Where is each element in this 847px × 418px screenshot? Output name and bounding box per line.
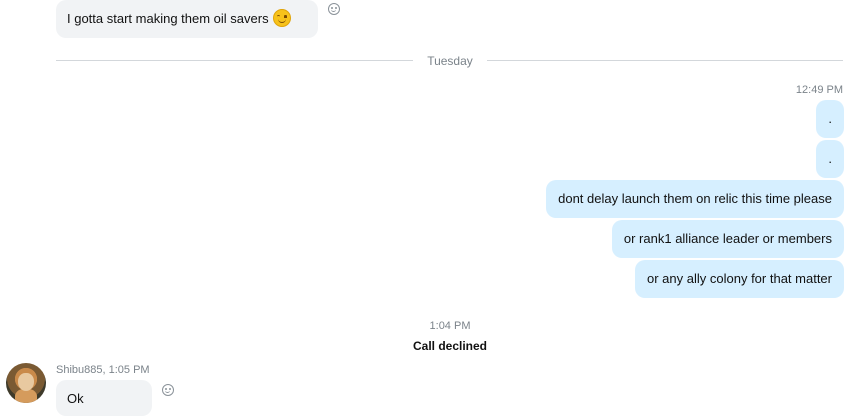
sender-meta: Shibu885, 1:05 PM bbox=[56, 364, 150, 376]
message-bubble-incoming[interactable]: I gotta start making them oil savers bbox=[56, 0, 318, 38]
message-text: or any ally colony for that matter bbox=[647, 271, 832, 286]
message-bubble-outgoing[interactable]: dont delay launch them on relic this tim… bbox=[546, 180, 844, 218]
message-bubble-outgoing[interactable]: or any ally colony for that matter bbox=[635, 260, 844, 298]
message-text: Ok bbox=[67, 391, 84, 406]
day-divider-label: Tuesday bbox=[427, 54, 473, 68]
message-text: . bbox=[828, 151, 832, 166]
message-text: dont delay launch them on relic this tim… bbox=[558, 191, 832, 206]
message-timestamp: 12:49 PM bbox=[795, 84, 843, 96]
divider-line-right bbox=[487, 60, 843, 61]
smiling-face-icon bbox=[272, 9, 291, 27]
message-bubble-outgoing[interactable]: . bbox=[816, 100, 844, 138]
message-text: I gotta start making them oil savers bbox=[67, 11, 269, 26]
add-reaction-icon[interactable] bbox=[328, 3, 340, 15]
message-text: or rank1 alliance leader or members bbox=[623, 231, 832, 246]
avatar[interactable] bbox=[6, 363, 46, 403]
message-bubble-outgoing[interactable]: . bbox=[816, 140, 844, 178]
message-bubble-incoming[interactable]: Ok bbox=[56, 380, 152, 416]
call-event-label: Call declined bbox=[412, 339, 488, 353]
call-event-time: 1:04 PM bbox=[429, 320, 471, 332]
message-bubble-outgoing[interactable]: or rank1 alliance leader or members bbox=[611, 220, 844, 258]
divider-line-left bbox=[56, 60, 413, 61]
message-text: . bbox=[828, 111, 832, 126]
add-reaction-icon[interactable] bbox=[162, 384, 174, 396]
